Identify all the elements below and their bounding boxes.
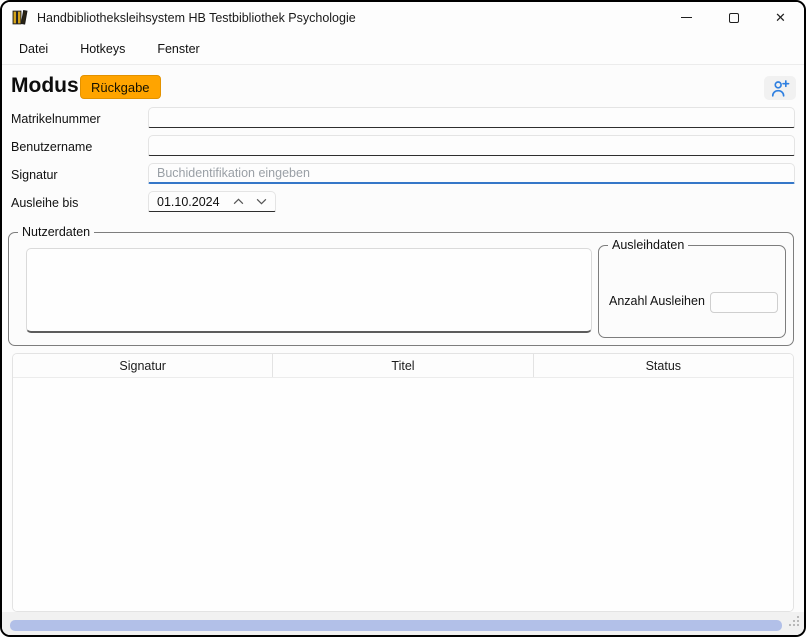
person-add-icon bbox=[769, 78, 791, 98]
anzahl-ausleihen-input[interactable] bbox=[710, 292, 778, 313]
nutzerdaten-legend: Nutzerdaten bbox=[18, 225, 94, 239]
date-value: 01.10.2024 bbox=[149, 195, 220, 209]
chevron-down-icon bbox=[256, 198, 267, 205]
add-user-button[interactable] bbox=[764, 76, 796, 100]
library-books-icon bbox=[12, 9, 29, 26]
column-header-titel[interactable]: Titel bbox=[272, 354, 532, 377]
status-strip bbox=[2, 612, 804, 635]
minimize-icon bbox=[681, 17, 692, 18]
table-body-empty bbox=[13, 378, 793, 612]
ausleihe-bis-date-field[interactable]: 01.10.2024 bbox=[148, 191, 276, 212]
horizontal-scrollbar-thumb[interactable] bbox=[10, 620, 782, 631]
label-anzahl-ausleihen: Anzahl Ausleihen bbox=[609, 294, 705, 308]
minimize-button[interactable] bbox=[663, 2, 710, 33]
label-signatur: Signatur bbox=[11, 168, 58, 182]
matrikelnummer-input[interactable] bbox=[148, 107, 795, 128]
resize-grip[interactable] bbox=[788, 615, 801, 633]
mode-badge-rueckgabe[interactable]: Rückgabe bbox=[80, 75, 161, 99]
ausleihdaten-groupbox: Ausleihdaten Anzahl Ausleihen bbox=[598, 245, 786, 338]
ausleihdaten-legend: Ausleihdaten bbox=[608, 238, 688, 252]
window-controls: ✕ bbox=[663, 2, 804, 33]
app-window: Handbibliotheksleihsystem HB Testbibliot… bbox=[0, 0, 806, 637]
menu-item-datei[interactable]: Datei bbox=[17, 40, 50, 58]
signatur-input[interactable] bbox=[148, 163, 795, 184]
label-benutzername: Benutzername bbox=[11, 140, 92, 154]
spinner-down-button[interactable] bbox=[254, 194, 268, 210]
maximize-button[interactable] bbox=[710, 2, 757, 33]
close-icon: ✕ bbox=[775, 10, 786, 26]
window-title: Handbibliotheksleihsystem HB Testbibliot… bbox=[37, 11, 356, 25]
menu-item-hotkeys[interactable]: Hotkeys bbox=[78, 40, 127, 58]
page-title: Modus bbox=[11, 74, 79, 98]
benutzername-input[interactable] bbox=[148, 135, 795, 156]
mode-header: Modus Rückgabe bbox=[2, 66, 804, 110]
date-spinners bbox=[231, 194, 275, 210]
column-header-signatur[interactable]: Signatur bbox=[13, 354, 272, 377]
table-header-row: Signatur Titel Status bbox=[13, 354, 793, 378]
menu-item-fenster[interactable]: Fenster bbox=[155, 40, 201, 58]
label-matrikelnummer: Matrikelnummer bbox=[11, 112, 101, 126]
menu-bar: Datei Hotkeys Fenster bbox=[2, 33, 804, 65]
nutzerdaten-textarea[interactable] bbox=[26, 248, 592, 333]
loans-table: Signatur Titel Status bbox=[12, 353, 794, 612]
spinner-up-button[interactable] bbox=[231, 194, 245, 210]
maximize-icon bbox=[729, 13, 739, 23]
chevron-up-icon bbox=[233, 198, 244, 205]
title-bar[interactable]: Handbibliotheksleihsystem HB Testbibliot… bbox=[2, 2, 804, 33]
column-header-status[interactable]: Status bbox=[533, 354, 793, 377]
resize-grip-icon bbox=[788, 615, 801, 628]
nutzerdaten-groupbox: Nutzerdaten Ausleihdaten Anzahl Ausleihe… bbox=[8, 232, 794, 346]
label-ausleihe-bis: Ausleihe bis bbox=[11, 196, 78, 210]
close-button[interactable]: ✕ bbox=[757, 2, 804, 33]
